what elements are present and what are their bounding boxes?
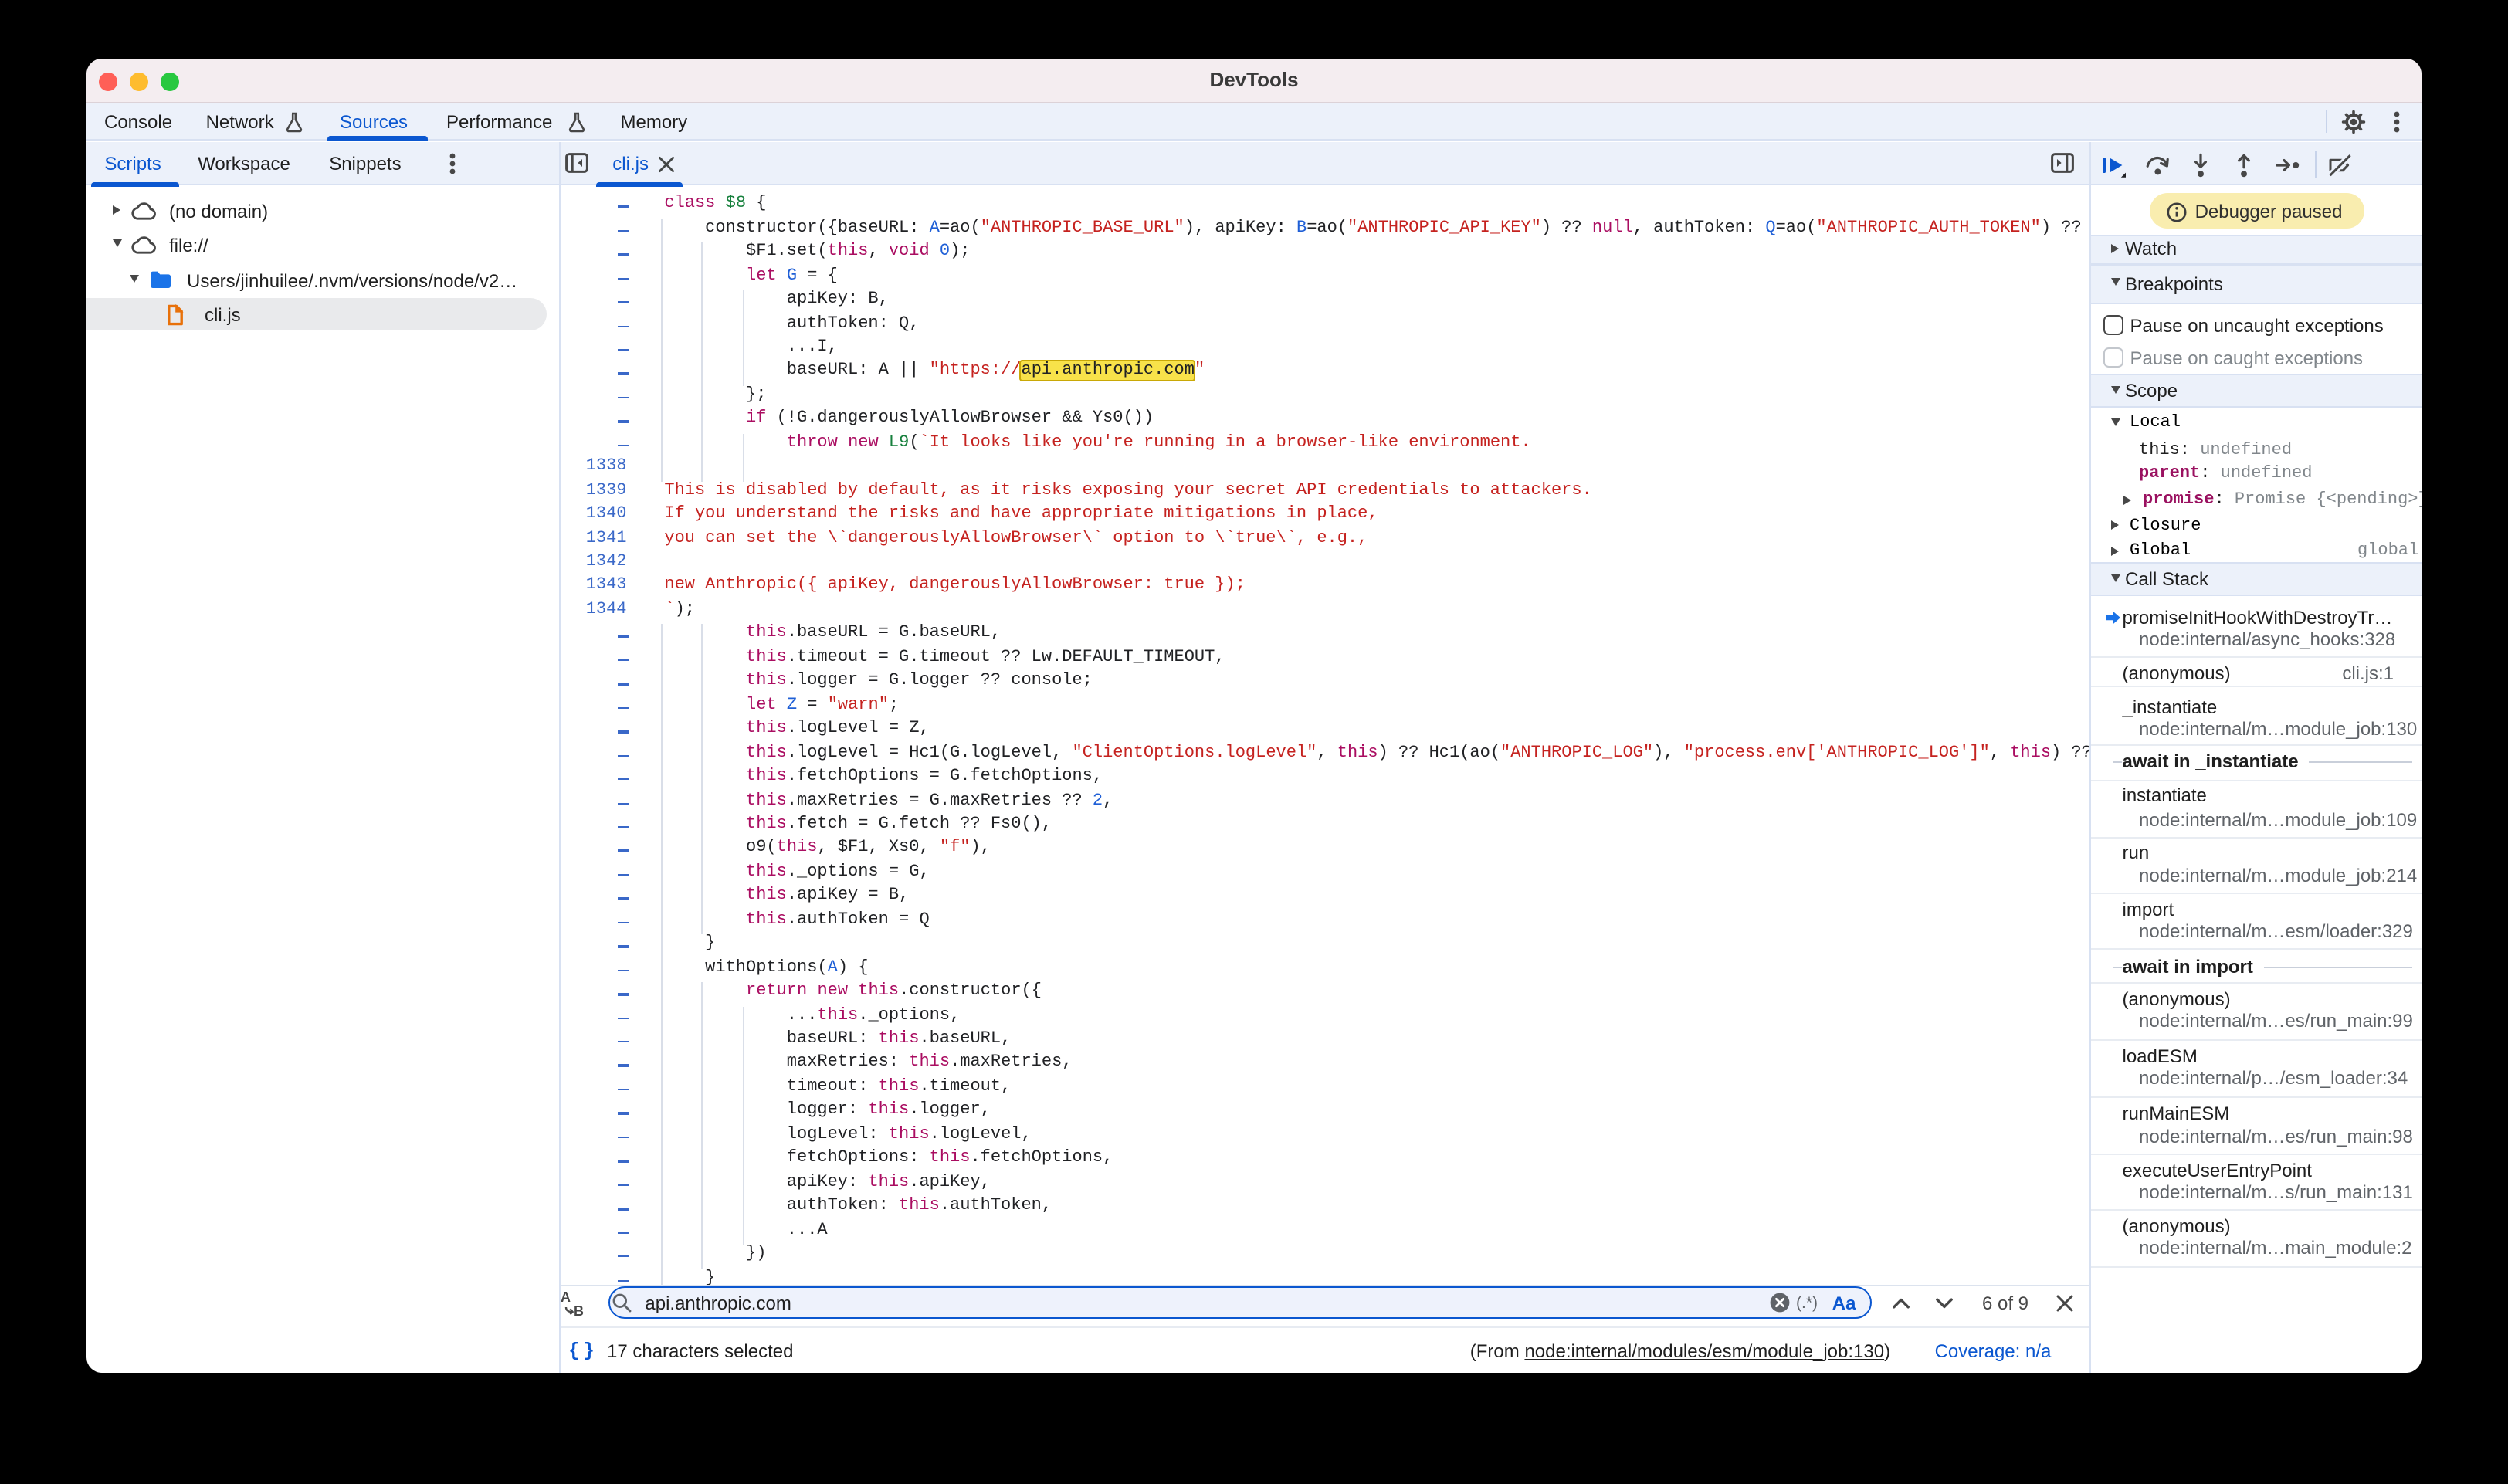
- svg-text:B: B: [574, 1303, 584, 1315]
- svg-text:(.*): (.*): [1797, 1294, 1818, 1312]
- svg-text:A: A: [561, 1290, 571, 1304]
